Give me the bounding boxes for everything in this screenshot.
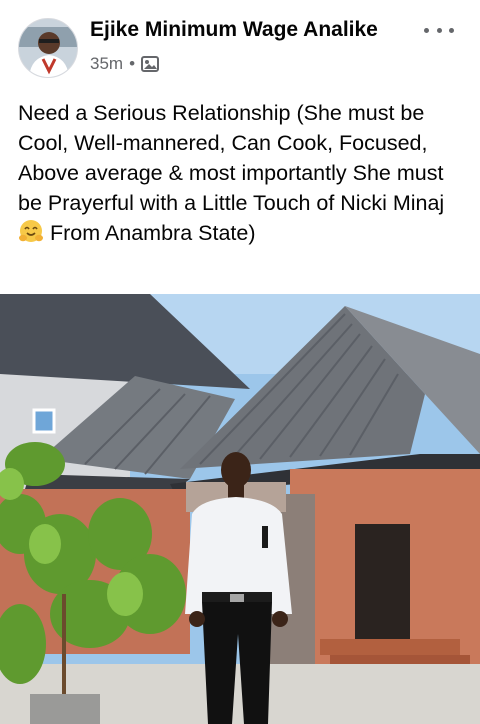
post-text-main: Need a Serious Relationship (She must be… (18, 101, 445, 215)
post-text-end: From Anambra State) (49, 221, 256, 245)
post-header: Ejike Minimum Wage Analike 35m • (0, 0, 480, 90)
post-text: Need a Serious Relationship (She must be… (18, 98, 466, 252)
post-meta: 35m • (90, 54, 160, 74)
man-in-white-shirt-standing-in-front-of-house-icon (0, 294, 480, 724)
photo-album-icon (141, 56, 160, 72)
post-timestamp[interactable]: 35m (90, 54, 123, 74)
meta-separator: • (129, 54, 136, 73)
more-options-icon[interactable] (424, 20, 454, 40)
post-photo[interactable] (0, 294, 480, 724)
avatar-photo-icon (19, 19, 77, 77)
author-name[interactable]: Ejike Minimum Wage Analike (90, 18, 378, 42)
author-avatar[interactable] (18, 18, 78, 78)
hugging-face-emoji (18, 218, 44, 252)
